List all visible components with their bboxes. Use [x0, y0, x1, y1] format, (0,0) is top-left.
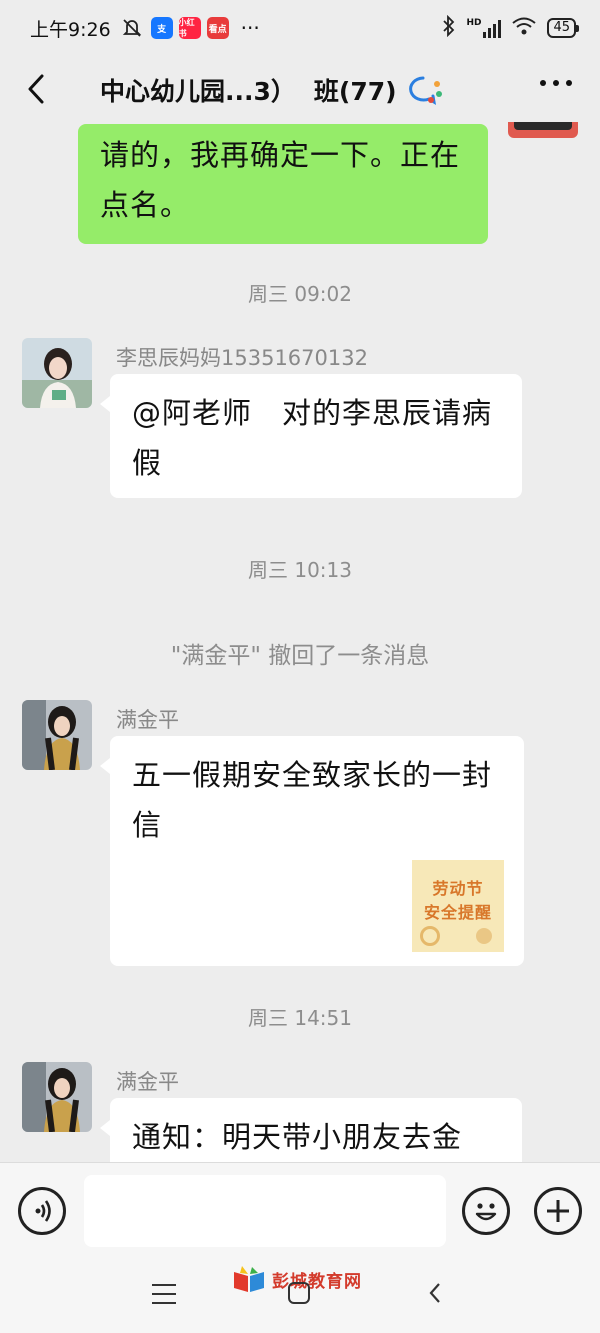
avatar[interactable]: [22, 1062, 92, 1132]
coin-icon: [476, 928, 492, 944]
emoji-icon[interactable]: [462, 1187, 510, 1235]
home-icon[interactable]: [288, 1282, 310, 1304]
avatar[interactable]: [22, 700, 92, 770]
chat-title-group: 中心幼儿园...3）: [100, 77, 296, 106]
card-title: 五一假期安全致家长的一封信: [132, 758, 493, 842]
card-thumbnail: 劳动节 安全提醒: [412, 860, 504, 952]
sender-name: 满金平: [116, 1070, 179, 1094]
input-bar: [0, 1162, 600, 1258]
signal-icon: HD: [466, 18, 502, 38]
timestamp: 周三 10:13: [248, 558, 352, 582]
status-more: ···: [240, 16, 260, 40]
app-badge-2: 看点: [206, 17, 229, 39]
enterprise-chat-icon: [405, 74, 443, 106]
battery-indicator: 45: [547, 18, 579, 38]
incoming-card-message[interactable]: 五一假期安全致家长的一封信 劳动节 安全提醒: [100, 736, 524, 966]
thumb-line-1: 劳动节: [432, 879, 484, 898]
message-text: 通知：明天带小朋友去金: [132, 1120, 463, 1154]
sender-name: 满金平: [116, 708, 179, 732]
voice-input-icon[interactable]: [18, 1187, 66, 1235]
plus-icon[interactable]: [534, 1187, 582, 1235]
wifi-icon: [511, 16, 537, 41]
back-arrow-icon[interactable]: [20, 70, 56, 108]
message-list[interactable]: 请的，我再确定一下。正在点名。 周三 09:02 李思辰妈妈1535167013…: [0, 122, 600, 1162]
timestamp: 周三 14:51: [248, 1006, 352, 1030]
recent-apps-icon[interactable]: [152, 1284, 176, 1311]
chat-title[interactable]: 中心幼儿园...3） 班(77): [100, 72, 443, 108]
gear-icon: [420, 926, 440, 946]
thumb-line-2: 安全提醒: [423, 903, 492, 922]
mute-icon: [121, 17, 143, 39]
status-time: 上午9:26: [30, 18, 111, 41]
incoming-message[interactable]: 通知：明天带小朋友去金: [100, 1098, 522, 1162]
message-text: 请的，我再确定一下。正在点名。: [100, 138, 461, 222]
status-bar: 上午9:26 支 小红书 看点 ··· HD 45: [0, 0, 600, 56]
alipay-icon: 支: [150, 17, 173, 39]
message-input[interactable]: [84, 1175, 446, 1247]
avatar[interactable]: [22, 338, 92, 408]
network-label: HD: [466, 18, 482, 28]
timestamp: 周三 09:02: [248, 282, 352, 306]
sender-name: 李思辰妈妈15351670132: [116, 346, 368, 370]
message-text: @阿老师 对的李思辰请病假: [132, 396, 493, 480]
system-nav-bar: 彭城教育网: [0, 1258, 600, 1333]
book-logo-icon: [234, 1266, 264, 1292]
bluetooth-icon: [442, 14, 456, 42]
more-options-icon[interactable]: [540, 80, 572, 86]
recall-notice: "满金平" 撤回了一条消息: [170, 643, 430, 669]
watermark-text: 彭城教育网: [272, 1271, 362, 1292]
partial-image-message[interactable]: [508, 122, 578, 138]
outgoing-message[interactable]: 请的，我再确定一下。正在点名。: [78, 124, 488, 244]
chat-title-class: 班(77): [313, 77, 397, 106]
chat-header: 中心幼儿园...3） 班(77): [0, 56, 600, 122]
incoming-message[interactable]: @阿老师 对的李思辰请病假: [100, 374, 522, 498]
app-badge-1: 小红书: [178, 17, 201, 39]
back-nav-icon[interactable]: [424, 1280, 448, 1306]
